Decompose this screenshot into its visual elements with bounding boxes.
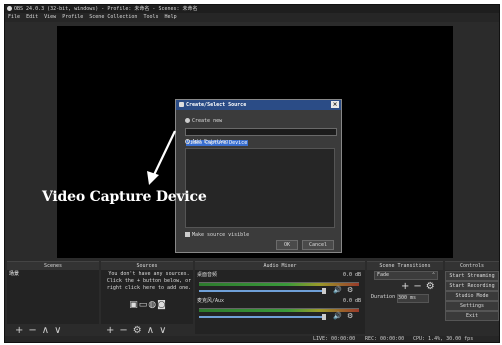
transitions-dock-header: Scene Transitions xyxy=(367,261,443,270)
add-source-icon[interactable]: + xyxy=(106,325,119,336)
fader-handle[interactable] xyxy=(322,314,326,320)
existing-sources-list[interactable] xyxy=(185,148,335,228)
studio-mode-button[interactable]: Studio Mode xyxy=(445,291,499,301)
menu-scene-collection[interactable]: Scene Collection xyxy=(89,14,137,20)
obs-logo-icon xyxy=(7,6,12,11)
obs-logo-icon xyxy=(179,102,184,107)
menu-edit[interactable]: Edit xyxy=(26,14,38,20)
checkbox-checked-icon xyxy=(185,232,190,237)
radio-checked-icon xyxy=(185,118,190,123)
remove-scene-icon[interactable]: − xyxy=(28,325,41,336)
transition-value: Fade xyxy=(377,272,390,278)
gear-icon[interactable]: ⚙ xyxy=(347,286,353,294)
create-new-radio[interactable]: Create new xyxy=(185,118,222,124)
move-up-icon[interactable]: ∧ xyxy=(147,325,159,336)
close-icon[interactable]: × xyxy=(331,101,339,108)
transition-toolbar: +−⚙ xyxy=(401,281,439,293)
live-timer: LIVE: 00:00:00 xyxy=(313,336,356,342)
rec-timer: REC: 00:00:00 xyxy=(365,336,405,342)
settings-button[interactable]: Settings xyxy=(445,301,499,311)
sources-empty-hint: You don't have any sources. Click the + … xyxy=(106,271,192,291)
controls-dock-header: Controls xyxy=(445,261,499,270)
source-name-input[interactable]: Video Capture Device xyxy=(185,128,337,146)
menu-profile[interactable]: Profile xyxy=(62,14,83,20)
add-scene-icon[interactable]: + xyxy=(15,325,28,336)
window-title: OBS 24.0.3 (32-bit, windows) - Profile: … xyxy=(14,6,198,12)
camera-icon: ◙ xyxy=(157,300,167,310)
start-streaming-button[interactable]: Start Streaming xyxy=(445,271,499,281)
status-bar: LIVE: 00:00:00 REC: 00:00:00 CPU: 1.4%, … xyxy=(5,336,499,342)
menu-file[interactable]: File xyxy=(8,14,20,20)
channel-db-mic: 0.0 dB xyxy=(342,298,361,304)
volume-fader-desktop[interactable] xyxy=(199,290,323,292)
channel-name-mic: 麦克风/Aux xyxy=(197,298,225,304)
menu-bar: File Edit View Profile Scene Collection … xyxy=(5,13,499,22)
mixer-dock-header: Audio Mixer xyxy=(195,261,365,270)
dialog-title: Create/Select Source xyxy=(186,102,247,108)
transition-select[interactable]: Fade ⌃ xyxy=(374,271,438,280)
channel-db-desktop: 0.0 dB xyxy=(342,272,361,278)
monitor-icon: ▭ xyxy=(138,300,149,310)
audio-mixer-panel: 桌面音频 0.0 dB 🔊 ⚙ 麦克风/Aux 0.0 dB 🔊 ⚙ xyxy=(195,270,365,334)
move-up-icon[interactable]: ∧ xyxy=(42,325,54,336)
cpu-fps: CPU: 1.4%, 30.00 fps xyxy=(413,336,474,342)
scenes-dock-header: Scenes xyxy=(7,261,99,270)
make-visible-checkbox[interactable]: Make source visible xyxy=(185,232,249,238)
transition-settings-icon[interactable]: ⚙ xyxy=(426,281,439,292)
speaker-icon[interactable]: 🔊 xyxy=(333,312,342,320)
cancel-button[interactable]: Cancel xyxy=(302,240,334,250)
globe-icon: ◍ xyxy=(148,300,158,310)
scene-item[interactable]: 场景 xyxy=(9,271,99,278)
image-icon: ▣ xyxy=(129,300,139,310)
menu-view[interactable]: View xyxy=(44,14,56,20)
title-bar: OBS 24.0.3 (32-bit, windows) - Profile: … xyxy=(5,5,499,13)
dialog-title-bar[interactable]: Create/Select Source × xyxy=(176,100,341,110)
source-type-icons: ▣▭◍◙ xyxy=(123,300,173,310)
add-transition-icon[interactable]: + xyxy=(401,281,413,292)
annotation-callout: Video Capture Device xyxy=(42,189,207,205)
menu-tools[interactable]: Tools xyxy=(143,14,158,20)
remove-source-icon[interactable]: − xyxy=(119,325,132,336)
annotation-arrow xyxy=(147,130,176,185)
make-visible-label: Make source visible xyxy=(192,232,250,238)
source-settings-icon[interactable]: ⚙ xyxy=(133,325,147,336)
gear-icon[interactable]: ⚙ xyxy=(347,312,353,320)
scenes-list[interactable]: 场景 xyxy=(7,270,99,324)
sources-list[interactable]: You don't have any sources. Click the + … xyxy=(101,270,193,324)
channel-name-desktop: 桌面音频 xyxy=(197,272,218,278)
speaker-icon[interactable]: 🔊 xyxy=(333,286,342,294)
move-down-icon[interactable]: ∨ xyxy=(54,325,66,336)
sources-dock-header: Sources xyxy=(101,261,193,270)
menu-help[interactable]: Help xyxy=(165,14,177,20)
chevron-down-icon: ⌃ xyxy=(431,272,435,278)
create-new-label: Create new xyxy=(192,118,223,124)
volume-fader-mic[interactable] xyxy=(199,316,323,318)
move-down-icon[interactable]: ∨ xyxy=(159,325,171,336)
start-recording-button[interactable]: Start Recording xyxy=(445,281,499,291)
exit-button[interactable]: Exit xyxy=(445,311,499,321)
duration-label: Duration xyxy=(371,294,396,300)
remove-transition-icon[interactable]: − xyxy=(413,281,425,292)
ok-button[interactable]: OK xyxy=(276,240,298,250)
duration-input[interactable]: 300 ms xyxy=(397,294,429,303)
fader-handle[interactable] xyxy=(322,288,326,294)
obs-window: OBS 24.0.3 (32-bit, windows) - Profile: … xyxy=(4,4,500,343)
